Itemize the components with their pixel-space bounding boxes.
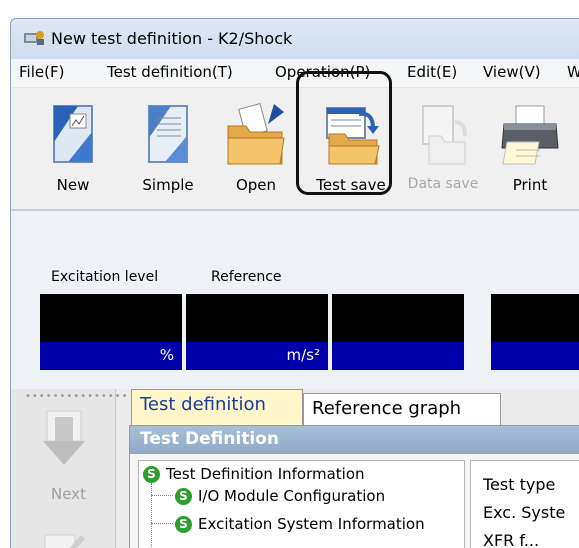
title-bar: New test definition - K2/Shock xyxy=(11,19,579,59)
tree-item-excitation-system-label: Excitation System Information xyxy=(198,515,425,533)
new-button[interactable]: New xyxy=(43,88,103,208)
tab-test-definition-label: Test definition xyxy=(140,394,266,415)
simple-button[interactable]: Simple xyxy=(133,88,203,208)
tree-item-io-module-label: I/O Module Configuration xyxy=(198,487,386,505)
edit-pencil-icon[interactable] xyxy=(41,531,87,548)
open-label: Open xyxy=(235,176,277,194)
excitation-unit: % xyxy=(40,342,182,370)
tab-test-definition[interactable]: Test definition xyxy=(131,389,303,425)
menu-bar: File(F) Test definition(T) Operation(P) … xyxy=(11,59,579,88)
next-arrow-icon[interactable] xyxy=(41,409,87,469)
properties-panel: Test type Exc. Syste XFR f... xyxy=(470,460,579,548)
tree-item-excitation-system[interactable]: S Excitation System Information xyxy=(175,515,425,533)
app-root: New test definition - K2/Shock File(F) T… xyxy=(0,0,579,548)
new-document-icon xyxy=(53,105,93,163)
open-folder-icon xyxy=(227,103,285,165)
reference-label: Reference xyxy=(211,269,282,285)
print-label: Print xyxy=(512,176,548,194)
s-status-icon: S xyxy=(175,488,192,505)
s-status-icon: S xyxy=(175,516,192,533)
lower-area: ••••••••••••••• Next Test definition Ref… xyxy=(11,389,579,548)
tree-connector xyxy=(151,483,152,548)
tree-connector xyxy=(151,495,173,496)
next-label[interactable]: Next xyxy=(51,485,86,503)
test-type-label: Test type xyxy=(483,475,556,494)
data-save-label: Data save xyxy=(407,176,479,192)
new-label: New xyxy=(56,176,90,194)
meter-unit-3 xyxy=(332,342,464,370)
tree-item-root[interactable]: S Test Definition Information xyxy=(143,465,365,483)
data-save-button[interactable]: Data save xyxy=(401,88,485,208)
menu-edit[interactable]: Edit(E) xyxy=(407,63,457,81)
main-window: New test definition - K2/Shock File(F) T… xyxy=(10,18,579,548)
excitation-level-display xyxy=(40,294,182,342)
data-save-icon xyxy=(422,105,467,165)
meter-display-3 xyxy=(332,294,464,342)
excitation-level-label: Excitation level xyxy=(51,269,159,285)
app-icon xyxy=(24,31,44,45)
section-header: Test Definition xyxy=(130,426,579,454)
simple-document-icon xyxy=(148,105,188,163)
xfr-label: XFR f... xyxy=(483,531,540,548)
print-button[interactable]: Print xyxy=(497,88,563,208)
tab-reference-graph[interactable]: Reference graph xyxy=(303,393,501,425)
printer-icon xyxy=(501,105,559,165)
definition-tree: S Test Definition Information S I/O Module… xyxy=(138,460,465,548)
tree-connector xyxy=(151,523,173,524)
exc-system-label: Exc. Syste xyxy=(483,503,566,522)
menu-window[interactable]: W xyxy=(567,63,579,81)
navigation-column: ••••••••••••••• Next xyxy=(11,389,127,548)
toolbar: New Simple Open Test save Data save Prin… xyxy=(11,88,579,208)
window-title: New test definition - K2/Shock xyxy=(51,29,293,48)
test-definition-content: Test Definition S Test Definition Informa… xyxy=(129,425,579,548)
meter-display-4 xyxy=(491,294,579,342)
meter-unit-4 xyxy=(491,342,579,370)
tree-item-io-module[interactable]: S I/O Module Configuration xyxy=(175,487,385,505)
test-save-highlight xyxy=(296,71,392,195)
grip-dots: ••••••••••••••• xyxy=(25,391,129,402)
tree-item-root-label: Test Definition Information xyxy=(166,465,365,483)
reference-display xyxy=(186,294,328,342)
reference-unit: m/s² xyxy=(186,342,328,370)
menu-file[interactable]: File(F) xyxy=(19,63,64,81)
tab-reference-graph-label: Reference graph xyxy=(312,398,462,419)
section-title: Test Definition xyxy=(140,429,279,449)
open-button[interactable]: Open xyxy=(221,88,291,208)
menu-test-definition[interactable]: Test definition(T) xyxy=(107,63,233,81)
menu-view[interactable]: View(V) xyxy=(483,63,541,81)
monitor-panel: Excitation level Reference % m/s² xyxy=(11,211,579,389)
s-status-icon: S xyxy=(143,466,160,483)
simple-label: Simple xyxy=(142,176,194,194)
